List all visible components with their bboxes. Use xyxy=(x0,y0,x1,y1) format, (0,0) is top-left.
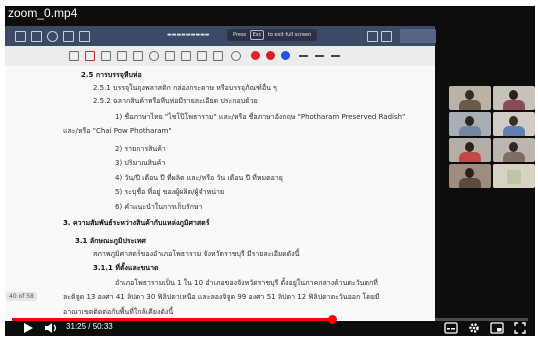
right-tab[interactable] xyxy=(400,29,436,43)
bookmark-icon[interactable] xyxy=(63,31,74,42)
annotation-toolbar xyxy=(5,46,435,67)
participant-placeholder xyxy=(507,170,521,184)
participant-body xyxy=(503,100,525,110)
fullscreen-hint: Press Esc to exit full screen xyxy=(227,29,318,41)
doc-line: 2.5 การบรรจุหีบห่อ xyxy=(81,71,142,79)
participant-tile[interactable] xyxy=(449,138,491,162)
participant-body xyxy=(459,126,481,136)
avatar xyxy=(465,168,474,178)
participant-body xyxy=(503,152,525,162)
share-icon[interactable] xyxy=(79,31,90,42)
time-display: 31:25 / 50:33 xyxy=(66,322,113,331)
screen: zoom_0.mp4 ▬▬▬▬▬▬▬▬▬ Press Esc to exit f… xyxy=(0,0,538,338)
pencil-tool-icon[interactable] xyxy=(101,51,111,61)
time-current: 31:25 xyxy=(66,322,87,331)
doc-title-bar: ▬▬▬▬▬▬▬▬▬ xyxy=(167,32,210,38)
participant-grid xyxy=(449,86,535,190)
doc-line: และ/หรือ "Chai Pow Photharam" xyxy=(63,127,172,135)
progress-bar[interactable] xyxy=(12,315,528,324)
avatar xyxy=(509,90,518,100)
sidebar-icon[interactable] xyxy=(15,31,26,42)
thin-stroke-option[interactable] xyxy=(299,55,308,57)
document-page[interactable]: 2.5 การบรรจุหีบห่อ 2.5.1 บรรจุในถุงพลาสต… xyxy=(5,66,435,321)
doc-line: อาณาเขตติดต่อกับพื้นที่ใกล้เคียงดังนี้ xyxy=(63,308,174,316)
participant-tile[interactable] xyxy=(493,164,535,188)
doc-line: 2.5.1 บรรจุในถุงพลาสติก กล่องกระดาษ หรือ… xyxy=(93,84,277,92)
medium-stroke-option[interactable] xyxy=(315,55,324,57)
time-total: 50:33 xyxy=(92,322,113,331)
doc-line: อำเภอโพธารามเป็น 1 ใน 10 อำเภอของจังหวัด… xyxy=(115,279,378,287)
participant-tile[interactable] xyxy=(493,112,535,136)
pdf-app-toolbar: ▬▬▬▬▬▬▬▬▬ Press Esc to exit full screen xyxy=(5,26,436,46)
hand-tool-icon[interactable] xyxy=(69,51,79,61)
shape-tool-icon[interactable] xyxy=(165,51,175,61)
pointer-tool-icon[interactable] xyxy=(213,51,223,61)
time-separator: / xyxy=(88,322,91,331)
avatar xyxy=(509,116,518,126)
gear-icon[interactable] xyxy=(468,322,480,334)
doc-line: 4) วัน/ปี เดือน ปี ที่ผลิต และ/หรือ วัน … xyxy=(115,174,283,182)
avatar xyxy=(465,90,474,100)
avatar xyxy=(465,142,474,152)
participant-tile[interactable] xyxy=(493,86,535,110)
participant-body xyxy=(459,178,481,188)
doc-line: 3. ความสัมพันธ์ระหว่างสินค้ากับแหล่งภูมิ… xyxy=(63,219,210,227)
participant-body xyxy=(459,152,481,162)
doc-line: สภาพภูมิศาสตร์ของอำเภอโพธาราม จังหวัดราช… xyxy=(93,250,300,258)
participant-tile[interactable] xyxy=(449,86,491,110)
esc-key: Esc xyxy=(249,30,265,40)
subtitles-icon[interactable] xyxy=(444,322,458,334)
participant-body xyxy=(503,126,525,136)
play-icon[interactable] xyxy=(22,322,34,334)
doc-line: 3.1 ลักษณะภูมิประเทศ xyxy=(75,237,146,245)
doc-line: 2) รายการสินค้า xyxy=(115,145,166,153)
highlighter-tool-icon[interactable] xyxy=(117,51,127,61)
text-tool-icon[interactable] xyxy=(197,51,207,61)
color-picker-icon[interactable] xyxy=(231,51,241,61)
miniplayer-icon[interactable] xyxy=(490,322,504,334)
fullscreen-icon[interactable] xyxy=(514,322,526,334)
participant-tile[interactable] xyxy=(449,164,491,188)
doc-line: 6) คำแนะนำในการเก็บรักษา xyxy=(115,203,203,211)
doc-line: 3.1.1 ที่ตั้งและขนาด xyxy=(93,264,159,272)
doc-line: 3) ปริมาณสินค้า xyxy=(115,159,166,167)
video-title: zoom_0.mp4 xyxy=(8,6,78,20)
participant-tile[interactable] xyxy=(449,112,491,136)
red-color-swatch[interactable] xyxy=(251,51,260,60)
fullscreen-hint-pre: Press xyxy=(233,32,247,38)
grid-icon[interactable] xyxy=(31,31,42,42)
page-count-badge: 40 of 58 xyxy=(6,292,37,301)
image-tool-icon[interactable] xyxy=(181,51,191,61)
search-icon[interactable] xyxy=(47,31,58,42)
pen-tool-icon[interactable] xyxy=(85,51,95,61)
doc-line: 1) ชื่อภาษาไทย "ไชโป๊โพธาราม" และ/หรือ ช… xyxy=(115,113,406,121)
blue-color-swatch[interactable] xyxy=(281,51,290,60)
participant-tile[interactable] xyxy=(493,138,535,162)
eraser-tool-icon[interactable] xyxy=(133,51,143,61)
red-color-swatch-2[interactable] xyxy=(266,51,275,60)
avatar xyxy=(509,142,518,152)
avatar xyxy=(465,116,474,126)
fullscreen-hint-post: to exit full screen xyxy=(267,32,312,38)
undo-icon[interactable] xyxy=(367,31,378,42)
doc-line: ละติจูด 13 องศา 41 ลิปดา 30 ฟิลิปดาเหนือ… xyxy=(63,293,380,301)
more-icon[interactable] xyxy=(381,31,392,42)
volume-icon[interactable] xyxy=(44,322,58,334)
participant-body xyxy=(459,100,481,110)
lasso-tool-icon[interactable] xyxy=(149,51,159,61)
progress-fill xyxy=(12,318,333,321)
thick-stroke-option[interactable] xyxy=(331,55,340,57)
doc-line: 5) ระบุชื่อ ที่อยู่ ของผู้ผลิต/ผู้จำหน่า… xyxy=(115,188,225,196)
doc-line: 2.5.2 ฉลากสินค้าหรือหีบห่อมีรายละเอียด ป… xyxy=(93,97,258,105)
